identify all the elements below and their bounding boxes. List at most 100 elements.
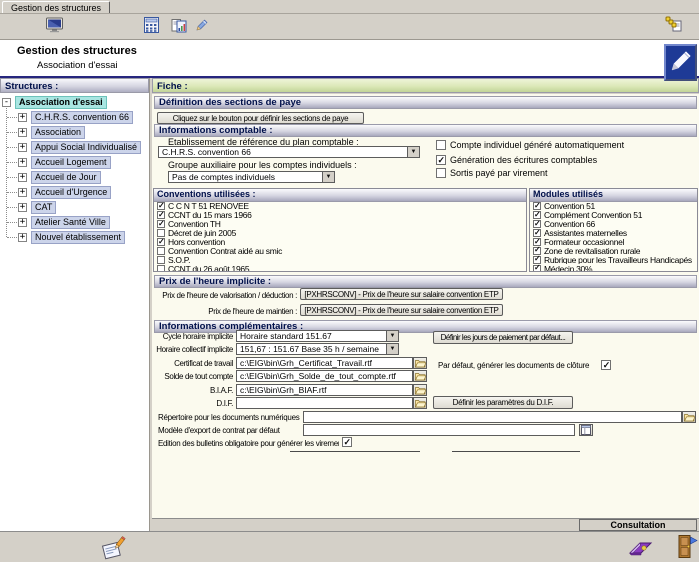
notes-button[interactable] [100, 536, 128, 562]
convention-checkbox[interactable] [157, 229, 165, 237]
calculator-button[interactable] [141, 17, 162, 36]
solde-tout-compte-field[interactable]: c:\EIG\bin\Grh_Solde_de_tout_compte.rtf [236, 370, 413, 382]
convention-item[interactable]: CCNT du 15 mars 1966 [154, 211, 526, 220]
section-header-sections-paye: Définition des sections de paye [154, 96, 697, 109]
convention-checkbox[interactable] [157, 202, 165, 210]
tree-item-label[interactable]: Association [31, 126, 85, 139]
expand-icon[interactable] [18, 143, 27, 152]
tree-item[interactable]: Nouvel établissement [0, 230, 149, 245]
expand-icon[interactable] [18, 113, 27, 122]
convention-checkbox[interactable] [157, 265, 165, 272]
module-item[interactable]: Formateur occasionnel [530, 238, 697, 247]
plan-comptable-select[interactable]: C.H.R.S. convention 66 [158, 146, 420, 158]
modele-export-field[interactable] [303, 424, 575, 436]
tree-item-label[interactable]: Accueil Logement [31, 156, 111, 169]
module-item[interactable]: Complément Convention 51 [530, 211, 697, 220]
edit-note-button[interactable] [191, 17, 212, 36]
convention-item[interactable]: C C N T 51 RENOVEE [154, 202, 526, 211]
report-button[interactable] [168, 17, 189, 36]
tree-item-label[interactable]: C.H.R.S. convention 66 [31, 111, 133, 124]
module-checkbox[interactable] [533, 220, 541, 228]
repertoire-browse-button[interactable] [682, 411, 696, 423]
edition-bulletins-checkbox[interactable] [342, 437, 352, 447]
certificat-travail-field[interactable]: c:\EIG\bin\Grh_Certificat_Travail.rtf [236, 357, 413, 369]
tree-item[interactable]: Accueil de Jour [0, 170, 149, 185]
module-item[interactable]: Médecin 30% [530, 264, 697, 272]
module-label: Zone de revitalisation rurale [544, 246, 640, 255]
repertoire-documents-label: Répertoire pour les documents numériques [158, 413, 302, 422]
module-checkbox[interactable] [533, 247, 541, 255]
definir-parametres-dif-button[interactable]: Définir les paramètres du D.I.F. [433, 396, 573, 409]
module-checkbox[interactable] [533, 265, 541, 272]
tree-item-label[interactable]: Atelier Santé Ville [31, 216, 110, 229]
biaf-field[interactable]: c:\EIG\bin\Grh_BIAF.rtf [236, 384, 413, 396]
dif-browse-button[interactable] [413, 397, 427, 409]
tree-item[interactable]: CAT [0, 200, 149, 215]
sortis-virement-checkbox[interactable] [436, 168, 446, 178]
edit-mode-button[interactable] [664, 44, 697, 81]
module-item[interactable]: Convention 66 [530, 220, 697, 229]
expand-icon[interactable] [18, 173, 27, 182]
solde-browse-button[interactable] [413, 370, 427, 382]
expand-icon[interactable] [18, 218, 27, 227]
accounting-book-button[interactable] [627, 538, 654, 562]
expand-icon[interactable] [18, 158, 27, 167]
expand-icon[interactable] [18, 188, 27, 197]
definir-jours-paiement-button[interactable]: Définir les jours de paiement par défaut… [433, 331, 573, 344]
convention-checkbox[interactable] [157, 238, 165, 246]
module-checkbox[interactable] [533, 229, 541, 237]
convention-checkbox[interactable] [157, 211, 165, 219]
definir-sections-paye-button[interactable]: Cliquez sur le bouton pour définir les s… [157, 112, 364, 124]
exit-button[interactable] [676, 534, 698, 562]
convention-checkbox[interactable] [157, 220, 165, 228]
tree-item[interactable]: Atelier Santé Ville [0, 215, 149, 230]
expand-icon[interactable] [18, 203, 27, 212]
expand-icon[interactable] [18, 233, 27, 242]
convention-item[interactable]: S.O.P. [154, 255, 526, 264]
module-checkbox[interactable] [533, 256, 541, 264]
biaf-browse-button[interactable] [413, 384, 427, 396]
dif-field[interactable] [236, 397, 413, 409]
prix-maintien-button[interactable]: [PXHRSCONV] - Prix de l'heure sur salair… [300, 304, 503, 316]
repertoire-documents-field[interactable] [303, 411, 682, 423]
tree-item-label[interactable]: Accueil d'Urgence [31, 186, 111, 199]
convention-item[interactable]: Hors convention [154, 238, 526, 247]
convention-checkbox[interactable] [157, 247, 165, 255]
certificat-browse-button[interactable] [413, 357, 427, 369]
convention-item[interactable]: Convention Contrat aidé au smic [154, 246, 526, 255]
tree-item-label[interactable]: Nouvel établissement [31, 231, 125, 244]
convention-item[interactable]: CCNT du 26 août 1965 [154, 264, 526, 272]
compte-individuel-checkbox[interactable] [436, 140, 446, 150]
modele-export-button[interactable] [579, 424, 593, 436]
horaire-collectif-select[interactable]: 151,67 : 151.67 Base 35 h / semaine [236, 343, 399, 355]
cloture-checkbox[interactable] [601, 360, 611, 370]
module-item[interactable]: Zone de revitalisation rurale [530, 246, 697, 255]
prix-valorisation-button[interactable]: [PXHRSCONV] - Prix de l'heure sur salair… [300, 288, 503, 300]
groupe-auxiliaire-select[interactable]: Pas de comptes individuels [168, 171, 335, 183]
tree-item[interactable]: Association [0, 125, 149, 140]
preview-monitor-button[interactable] [44, 17, 65, 36]
module-checkbox[interactable] [533, 211, 541, 219]
module-item[interactable]: Rubrique pour les Travailleurs Handicapé… [530, 255, 697, 264]
collapse-icon[interactable] [2, 98, 11, 107]
tree-item[interactable]: Accueil d'Urgence [0, 185, 149, 200]
tree-item-label[interactable]: Accueil de Jour [31, 171, 101, 184]
module-item[interactable]: Assistantes maternelles [530, 229, 697, 238]
convention-checkbox[interactable] [157, 256, 165, 264]
tree-item[interactable]: C.H.R.S. convention 66 [0, 110, 149, 125]
generation-ecritures-checkbox[interactable] [436, 155, 446, 165]
tree-root-association-essai[interactable]: Association d'essai [0, 95, 149, 110]
cycle-horaire-select[interactable]: Horaire standard 151.67 [236, 330, 399, 342]
tree-item[interactable]: Appui Social Individualisé [0, 140, 149, 155]
module-checkbox[interactable] [533, 238, 541, 246]
tree-item-label[interactable]: Appui Social Individualisé [31, 141, 141, 154]
tree-item[interactable]: Accueil Logement [0, 155, 149, 170]
module-checkbox[interactable] [533, 202, 541, 210]
tree-root-label[interactable]: Association d'essai [15, 96, 107, 109]
convention-item[interactable]: Convention TH [154, 220, 526, 229]
shortcut-button[interactable] [663, 16, 684, 35]
expand-icon[interactable] [18, 128, 27, 137]
tree-item-label[interactable]: CAT [31, 201, 56, 214]
convention-item[interactable]: Décret de juin 2005 [154, 229, 526, 238]
module-item[interactable]: Convention 51 [530, 202, 697, 211]
